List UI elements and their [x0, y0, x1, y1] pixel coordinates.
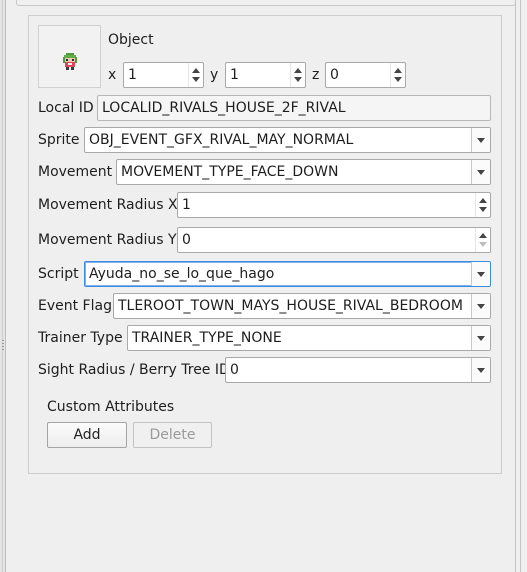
movement-radius-y-label: Movement Radius Y	[38, 232, 177, 248]
z-spinbox[interactable]: 0	[325, 62, 406, 88]
y-increment-icon[interactable]	[294, 68, 302, 73]
movement-radius-y-spinbox[interactable]: 0	[177, 227, 491, 253]
script-label: Script	[38, 266, 79, 282]
trainer-type-label: Trainer Type	[38, 330, 123, 346]
local-id-field[interactable]: LOCALID_RIVALS_HOUSE_2F_RIVAL	[97, 95, 491, 121]
x-decrement-icon[interactable]	[192, 77, 200, 82]
rival-may-sprite-icon	[63, 53, 77, 70]
local-id-label: Local ID	[38, 100, 94, 116]
sight-radius-combobox[interactable]: 0	[225, 357, 491, 383]
sprite-preview	[38, 25, 101, 88]
trainer-type-dropdown-icon[interactable]	[471, 326, 490, 350]
script-combobox[interactable]: Ayuda_no_se_lo_que_hago	[84, 261, 491, 287]
x-spinbox[interactable]: 1	[123, 62, 204, 88]
x-label: x	[108, 67, 117, 83]
z-decrement-icon[interactable]	[394, 77, 402, 82]
movement-combobox[interactable]: MOVEMENT_TYPE_FACE_DOWN	[116, 159, 491, 185]
script-value: Ayuda_no_se_lo_que_hago	[89, 266, 275, 282]
event-flag-label: Event Flag	[38, 298, 112, 314]
y-value: 1	[230, 67, 239, 83]
scrollbar-track[interactable]	[515, 0, 527, 572]
panel-above-edge	[16, 0, 516, 6]
radius-x-decrement-icon[interactable]	[479, 207, 487, 212]
z-value: 0	[330, 67, 339, 83]
script-dropdown-icon[interactable]	[471, 262, 490, 286]
sight-radius-value: 0	[230, 362, 239, 378]
splitter-handle[interactable]	[2, 340, 4, 352]
radius-y-increment-icon[interactable]	[479, 233, 487, 238]
radius-y-decrement-icon	[479, 242, 487, 247]
trainer-type-value: TRAINER_TYPE_NONE	[132, 330, 282, 346]
event-flag-value: TLEROOT_TOWN_MAYS_HOUSE_RIVAL_BEDROOM	[118, 298, 463, 314]
y-label: y	[210, 67, 219, 83]
sight-radius-label: Sight Radius / Berry Tree ID	[38, 362, 230, 378]
sight-radius-dropdown-icon[interactable]	[471, 358, 490, 382]
radius-x-increment-icon[interactable]	[479, 198, 487, 203]
x-value: 1	[128, 67, 137, 83]
movement-radius-x-value: 1	[182, 197, 191, 213]
delete-attribute-button: Delete	[133, 422, 212, 448]
object-title: Object	[108, 32, 154, 48]
sprite-combobox[interactable]: OBJ_EVENT_GFX_RIVAL_MAY_NORMAL	[84, 127, 491, 153]
left-pane-edge	[0, 0, 6, 572]
z-increment-icon[interactable]	[394, 68, 402, 73]
sprite-label: Sprite	[38, 132, 80, 148]
trainer-type-combobox[interactable]: TRAINER_TYPE_NONE	[127, 325, 491, 351]
y-decrement-icon[interactable]	[294, 77, 302, 82]
movement-label: Movement	[38, 164, 113, 180]
y-spinbox[interactable]: 1	[225, 62, 306, 88]
custom-attributes-title: Custom Attributes	[47, 399, 175, 415]
event-flag-dropdown-icon[interactable]	[471, 294, 490, 318]
movement-radius-y-value: 0	[182, 232, 191, 248]
sprite-dropdown-icon[interactable]	[471, 128, 490, 152]
x-increment-icon[interactable]	[192, 68, 200, 73]
sprite-value: OBJ_EVENT_GFX_RIVAL_MAY_NORMAL	[89, 132, 354, 148]
movement-radius-x-label: Movement Radius X	[38, 197, 178, 213]
movement-value: MOVEMENT_TYPE_FACE_DOWN	[121, 164, 339, 180]
add-attribute-button[interactable]: Add	[47, 422, 127, 448]
z-label: z	[312, 67, 320, 83]
local-id-value: LOCALID_RIVALS_HOUSE_2F_RIVAL	[102, 100, 346, 116]
movement-radius-x-spinbox[interactable]: 1	[177, 192, 491, 218]
event-flag-combobox[interactable]: TLEROOT_TOWN_MAYS_HOUSE_RIVAL_BEDROOM	[113, 293, 491, 319]
movement-dropdown-icon[interactable]	[471, 160, 490, 184]
